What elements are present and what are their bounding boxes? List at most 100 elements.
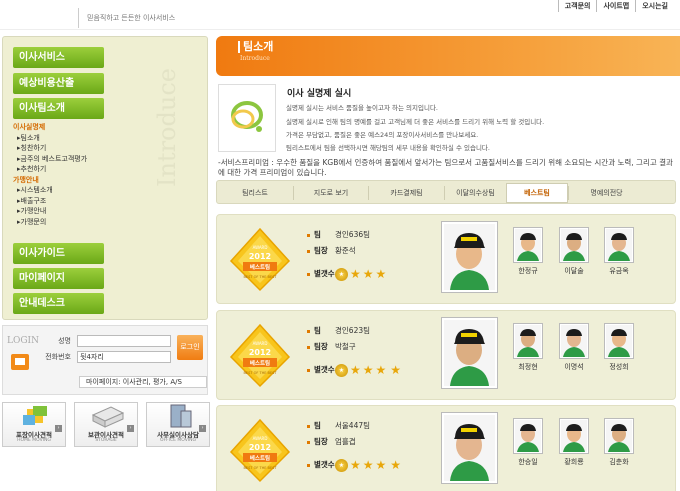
team-leader: 엄흘겹 [335, 437, 356, 446]
arrow-icon: › [55, 425, 62, 432]
tab-best-team[interactable]: 베스트팀 [506, 183, 568, 203]
top-divider [0, 29, 680, 30]
member-photo [513, 227, 543, 263]
nav-team-intro[interactable]: 이사팀소개 [13, 98, 104, 119]
team-card[interactable]: AWARD 2012 베스트팀 BEST OF THE BEST 팀 경인636팀 팀장 황준… [216, 214, 676, 304]
submenu-item[interactable]: 가맹안내 [13, 175, 87, 186]
person-photo-icon [515, 420, 541, 452]
best-team-badge-icon: AWARD 2012 베스트팀 BEST OF THE BEST [229, 323, 291, 388]
svg-text:AWARD: AWARD [253, 436, 268, 441]
person-photo-icon [606, 325, 632, 357]
phone-input[interactable]: 뒷4자리 [77, 351, 171, 363]
phone-label: 전화번호 [45, 353, 71, 361]
intro-line: 실명제 실시로 인해 팀의 명예를 걸고 고객님께 더 좋은 서비스를 드리기 … [286, 118, 545, 126]
person-photo-icon [606, 420, 632, 452]
team-member[interactable]: 이명석 [559, 323, 589, 371]
team-card[interactable]: AWARD 2012 베스트팀 BEST OF THE BEST 팀 서울447팀 팀장 엄흘… [216, 405, 676, 491]
leader-label: 팀장 [307, 434, 335, 450]
quick-storage-moving[interactable]: 보관이사견적 STORAGE › [74, 402, 138, 447]
leader-photo[interactable] [441, 412, 498, 484]
quick-home-moving[interactable]: 포장이사견적 HOME MOVING › [2, 402, 66, 447]
site-slogan: 믿음직하고 든든한 이사서비스 [78, 8, 268, 28]
link-sitemap[interactable]: 사이트맵 [596, 0, 635, 12]
svg-text:베스트팀: 베스트팀 [250, 454, 270, 462]
submenu-item[interactable]: ▸가맹안내 [13, 206, 87, 217]
team-member[interactable]: 이달술 [559, 227, 589, 275]
login-box: LOGIN 성명 전화번호 뒷4자리 로그인 마이페이지: 이사관리, 평가, … [2, 325, 208, 395]
team-fields: 팀 경인623팀 팀장 박철구 별갯수 ★ ★ ★ ★ ★ [307, 323, 427, 385]
sidebar-submenu: 이사실명제 ▸팀소개 ▸칭찬하기 ▸금주의 베스트고객평가 ▸추천하기 가맹안내 ▸시스템소… [13, 122, 87, 227]
medal-icon: ★ [335, 267, 348, 281]
submenu-item[interactable]: ▸팀소개 [13, 133, 87, 144]
team-name: 경인636팀 [335, 230, 371, 239]
star-rating: ★ ★ ★ ★ [335, 266, 387, 281]
nav-cost-estimate[interactable]: 예상비용산출 [13, 73, 104, 94]
submenu-item[interactable]: ▸금주의 베스트고객평가 [13, 154, 87, 165]
nav-mypage[interactable]: 마이페이지 [13, 268, 104, 289]
team-member[interactable]: 유금옥 [604, 227, 634, 275]
team-member[interactable]: 정성희 [604, 323, 634, 371]
submenu-item[interactable]: ▸가맹문의 [13, 217, 87, 228]
tab-hall-of-fame[interactable]: 명예의전당 [568, 186, 644, 200]
rings-logo-icon [231, 101, 263, 132]
star-rating: ★ ★ ★ ★ ★ [335, 355, 401, 385]
team-member[interactable]: 한승일 [513, 418, 543, 466]
team-label: 팀 [307, 418, 335, 434]
login-button[interactable]: 로그인 [177, 335, 203, 360]
link-directions[interactable]: 오시는길 [635, 0, 674, 12]
team-member[interactable]: 한정규 [513, 227, 543, 275]
leader-photo[interactable] [441, 317, 498, 389]
team-leader: 박철구 [335, 342, 356, 351]
member-name: 이달술 [564, 267, 584, 275]
tab-monthly-award[interactable]: 이달의수상팀 [444, 186, 506, 200]
nav-moving-service[interactable]: 이사서비스 [13, 47, 104, 68]
member-photo [559, 323, 589, 359]
nav-moving-guide[interactable]: 이사가이드 [13, 243, 104, 264]
quick-en-label: OFFICE MOVING [159, 438, 197, 443]
member-name: 황희룡 [564, 458, 584, 466]
tab-map-view[interactable]: 지도로 보기 [293, 186, 368, 200]
tab-team-list[interactable]: 팀리스트 [217, 186, 293, 200]
submenu-item[interactable]: 이사실명제 [13, 122, 87, 133]
member-name: 한정규 [518, 267, 538, 275]
intro-title: 이사 실명제 실시 [287, 89, 352, 99]
submenu-item[interactable]: ▸시스템소개 [13, 185, 87, 196]
team-name: 서울447팀 [335, 421, 371, 430]
team-member[interactable]: 최정현 [513, 323, 543, 371]
team-fields: 팀 경인636팀 팀장 황준석 별갯수 ★ ★ ★ ★ [307, 227, 427, 289]
quick-en-label: STORAGE [95, 438, 117, 443]
person-photo-icon [515, 325, 541, 357]
arrow-icon: › [199, 425, 206, 432]
svg-text:2012: 2012 [249, 443, 271, 452]
star-icon: ★ [375, 457, 387, 472]
leader-photo[interactable] [441, 221, 498, 293]
member-name: 정성희 [609, 363, 629, 371]
tab-card-payment[interactable]: 카드결제팀 [368, 186, 444, 200]
team-member[interactable]: 황희룡 [559, 418, 589, 466]
page-subtitle: Introduce [240, 55, 270, 62]
star-rating: ★ ★ ★ ★ ★ [335, 450, 401, 480]
best-team-badge-icon: AWARD 2012 베스트팀 BEST OF THE BEST [229, 227, 291, 292]
star-icon: ★ [362, 362, 374, 377]
team-member[interactable]: 김춘화 [604, 418, 634, 466]
link-customer-inquiry[interactable]: 고객문의 [557, 0, 597, 12]
svg-text:AWARD: AWARD [253, 341, 268, 346]
team-card[interactable]: AWARD 2012 베스트팀 BEST OF THE BEST 팀 경인623팀 팀장 박철… [216, 310, 676, 400]
member-photo [513, 418, 543, 454]
tab-bar: 팀리스트 지도로 보기 카드결제팀 이달의수상팀 베스트팀 명예의전당 [216, 180, 676, 204]
monitor-icon [11, 354, 29, 370]
person-photo-icon [561, 325, 587, 357]
mypage-link[interactable]: 마이페이지: 이사관리, 평가, A/S [79, 376, 207, 388]
star-icon: ★ [362, 266, 374, 281]
submenu-item[interactable]: ▸배출구조 [13, 196, 87, 207]
quick-office-moving[interactable]: 사무실이사상담 OFFICE MOVING › [146, 402, 210, 447]
team-leader: 황준석 [335, 246, 356, 255]
submenu-item[interactable]: ▸칭찬하기 [13, 143, 87, 154]
person-photo-icon [444, 320, 495, 386]
person-photo-icon [444, 415, 495, 481]
submenu-item[interactable]: ▸추천하기 [13, 164, 87, 175]
name-input[interactable] [77, 335, 171, 347]
stars-label: 별갯수 [307, 259, 335, 289]
nav-info-desk[interactable]: 안내데스크 [13, 293, 104, 314]
star-icon: ★ [375, 266, 387, 281]
